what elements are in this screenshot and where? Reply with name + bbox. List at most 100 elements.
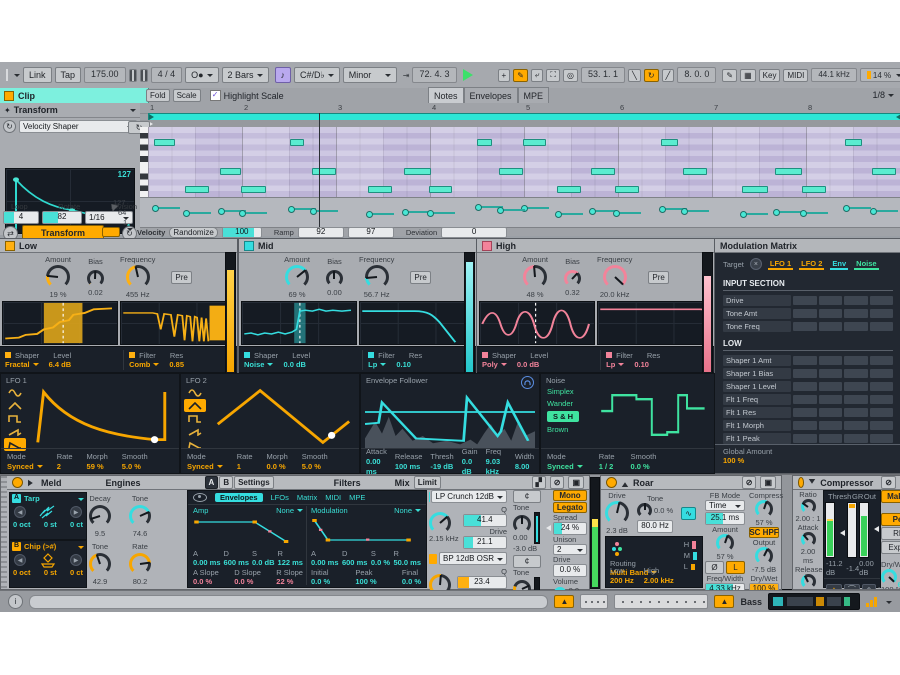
amount-knob[interactable] xyxy=(523,265,547,289)
band-header[interactable]: Low xyxy=(0,239,237,253)
pre-button[interactable]: Pre xyxy=(410,271,430,284)
play-button[interactable] xyxy=(463,69,479,81)
drywet-knob[interactable] xyxy=(881,569,897,585)
tap-button[interactable]: Tap xyxy=(55,67,82,83)
loop-length-field[interactable]: 8. 0. 0 xyxy=(677,67,716,83)
engine-a-ct[interactable]: 0 ct xyxy=(70,520,83,529)
cpu-meter[interactable]: 14 % xyxy=(860,68,900,82)
engine-b-menu[interactable]: Chip (>#) xyxy=(24,542,56,551)
res-value[interactable]: 0.10 xyxy=(634,360,649,369)
scale-mode-icon[interactable]: ♪ xyxy=(275,67,292,83)
velocity-marker[interactable] xyxy=(802,212,828,214)
pre-button[interactable]: Pre xyxy=(648,271,668,284)
filter-type-menu[interactable]: Lp xyxy=(606,360,624,369)
filter-enable[interactable] xyxy=(129,352,135,358)
midi-note[interactable] xyxy=(477,139,492,146)
matrix-cell[interactable] xyxy=(793,421,817,430)
roar-drive-knob[interactable]: Drive 2.3 dB xyxy=(605,491,629,535)
matrix-cell[interactable] xyxy=(870,356,894,365)
filter-display[interactable] xyxy=(120,301,236,345)
velocity-marker[interactable] xyxy=(615,212,641,214)
level-value[interactable]: 0.0 dB xyxy=(517,360,540,369)
deviation-field[interactable]: 0 xyxy=(441,227,507,238)
tab-b[interactable]: B xyxy=(219,476,233,489)
scale-button[interactable]: Scale xyxy=(173,89,201,102)
global-amount-value[interactable]: 100 % xyxy=(723,456,893,465)
mod-visible-eye-icon[interactable] xyxy=(193,493,207,502)
matrix-column-noise[interactable]: Noise xyxy=(854,259,878,270)
filter-a-drive-field[interactable]: 21.1 xyxy=(463,536,507,549)
shaper-type-menu[interactable]: Noise xyxy=(244,360,273,369)
filter-enable[interactable] xyxy=(606,352,612,358)
midi-map-button[interactable]: MIDI xyxy=(783,69,808,82)
subtab-matrix[interactable]: Matrix xyxy=(297,493,317,502)
filter-a-freq-knob[interactable]: 2.15 kHz xyxy=(429,512,459,543)
layout-caret-icon[interactable] xyxy=(14,74,20,80)
noise-mode-sh[interactable]: S & H xyxy=(547,411,579,422)
midi-note[interactable] xyxy=(845,139,862,146)
peak-button[interactable]: Peak xyxy=(881,513,900,526)
filter-a-type-menu[interactable]: LP Crunch 12dB xyxy=(431,490,507,503)
matrix-cell[interactable] xyxy=(870,434,894,443)
smooth-value[interactable]: 5.0 % xyxy=(302,462,321,471)
velocity-lane[interactable]: 127 64 1 xyxy=(140,197,900,228)
matrix-cell[interactable] xyxy=(870,395,894,404)
matrix-cell[interactable] xyxy=(844,356,868,365)
sc-hpf-button[interactable]: SC HPF xyxy=(749,527,779,538)
matrix-cell[interactable] xyxy=(819,296,843,305)
transform-section-menu[interactable]: ✦ Transform xyxy=(0,103,140,118)
rate-value[interactable]: 2 xyxy=(57,462,61,471)
wave-sine-icon[interactable] xyxy=(4,386,26,399)
subtab-lfos[interactable]: LFOs xyxy=(271,493,289,502)
matrix-cell[interactable] xyxy=(793,395,817,404)
tempo-field[interactable]: 175.00 xyxy=(84,67,126,83)
matrix-cell[interactable] xyxy=(819,356,843,365)
velocity-marker[interactable] xyxy=(683,210,709,212)
window-layout-icon[interactable] xyxy=(6,69,8,81)
filter-type-menu[interactable]: Lp xyxy=(368,360,386,369)
loop-toggle[interactable]: ↻ xyxy=(644,69,659,82)
clear-target-icon[interactable]: × xyxy=(750,258,762,270)
midi-note[interactable] xyxy=(154,139,175,146)
matrix-cell[interactable] xyxy=(819,369,843,378)
arrangement-position-field[interactable]: 72. 4. 3 xyxy=(412,67,456,83)
midi-note[interactable] xyxy=(872,168,896,175)
matrix-cell[interactable] xyxy=(870,382,894,391)
matrix-cell[interactable] xyxy=(870,322,894,331)
matrix-cell[interactable] xyxy=(819,421,843,430)
legato-button[interactable]: Legato xyxy=(553,502,587,513)
mod-final[interactable]: 0.0 % xyxy=(402,577,421,586)
follow-button[interactable]: ⤶ xyxy=(531,69,543,82)
amp-attack[interactable]: 0.00 ms xyxy=(193,558,221,567)
fb-phase-button[interactable]: Ø xyxy=(705,561,724,574)
grid-size-menu[interactable]: 1/8 xyxy=(872,90,894,100)
wave-square-icon[interactable] xyxy=(4,412,26,425)
device-fold-icon[interactable] xyxy=(28,479,36,485)
thresh-value[interactable]: -11.2 dB xyxy=(826,559,846,577)
clip-warning-button[interactable]: ▲ xyxy=(554,595,574,608)
matrix-cell[interactable] xyxy=(870,421,894,430)
device-fold-icon[interactable] xyxy=(622,479,628,487)
out-handle[interactable] xyxy=(871,526,879,532)
thresh-handle[interactable] xyxy=(837,530,845,536)
morph-value[interactable]: 0.0 % xyxy=(267,462,286,471)
mini-clip-overview[interactable] xyxy=(614,594,708,609)
pan-b-button[interactable]: ¢ xyxy=(513,555,541,568)
mod-decay[interactable]: 600 ms xyxy=(342,558,367,567)
mod-sustain[interactable]: 0.0 % xyxy=(371,558,390,567)
velocity-marker[interactable] xyxy=(312,210,338,212)
mod-peak[interactable]: 100 % xyxy=(355,577,376,586)
velocity-marker[interactable] xyxy=(241,212,267,214)
thresh-meter[interactable] xyxy=(825,502,835,558)
midi-note[interactable] xyxy=(615,186,639,193)
matrix-cell[interactable] xyxy=(793,434,817,443)
mono-button[interactable]: Mono xyxy=(553,490,587,501)
device-view-meter-icon[interactable] xyxy=(866,597,877,607)
ramp-end-field[interactable]: 97 xyxy=(348,227,394,238)
matrix-cell[interactable] xyxy=(793,296,817,305)
velocity-marker[interactable] xyxy=(429,212,455,214)
bias-knob[interactable] xyxy=(326,270,343,287)
lane-caret-icon[interactable] xyxy=(127,228,133,234)
shaper-display[interactable] xyxy=(2,301,118,345)
note-grid[interactable] xyxy=(148,127,900,197)
